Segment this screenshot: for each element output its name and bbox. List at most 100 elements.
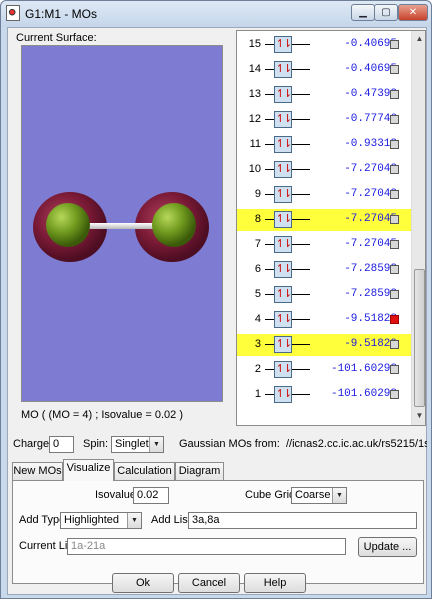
paired-electrons-icon[interactable]: ↿⇂ — [274, 36, 292, 53]
mo-select-checkbox[interactable] — [390, 40, 399, 49]
mo-select-checkbox[interactable] — [390, 165, 399, 174]
paired-electrons-icon[interactable]: ↿⇂ — [274, 186, 292, 203]
mo-select-checkbox[interactable] — [390, 190, 399, 199]
scroll-down-arrow-icon[interactable]: ▼ — [412, 408, 425, 424]
mo-number: 8 — [254, 213, 261, 225]
mo-number: 4 — [254, 313, 261, 325]
ok-button[interactable]: Ok — [112, 573, 174, 593]
help-button[interactable]: Help — [244, 573, 306, 593]
mo-number: 12 — [248, 113, 261, 125]
mo-number: 13 — [248, 88, 261, 100]
mo-caption: MO ( (MO = 4) ; Isovalue = 0.02 ) — [21, 409, 183, 421]
add-list-field[interactable]: 3a,8a — [188, 512, 417, 529]
paired-electrons-icon[interactable]: ↿⇂ — [274, 336, 292, 353]
mo-number: 6 — [254, 263, 261, 275]
mo-row[interactable]: 10 ↿⇂ -7.27043 — [237, 159, 411, 181]
mo-select-checkbox[interactable] — [390, 90, 399, 99]
mo-row[interactable]: 14 ↿⇂ -0.40695 — [237, 59, 411, 81]
mo-number: 9 — [254, 188, 261, 200]
mo-select-checkbox[interactable] — [390, 340, 399, 349]
paired-electrons-icon[interactable]: ↿⇂ — [274, 361, 292, 378]
current-list-field[interactable]: 1a-21a — [67, 538, 346, 555]
paired-electrons-icon[interactable]: ↿⇂ — [274, 161, 292, 178]
mo-row[interactable]: 13 ↿⇂ -0.47392 — [237, 84, 411, 106]
mo-energy: -9.51829 — [344, 338, 397, 350]
paired-electrons-icon[interactable]: ↿⇂ — [274, 236, 292, 253]
spin-select[interactable]: Singlet ▼ — [111, 436, 164, 453]
add-type-select[interactable]: Highlighted ▼ — [60, 512, 142, 529]
mo-row[interactable]: 4 ↿⇂ -9.51828 — [237, 309, 411, 331]
molecule-render — [33, 192, 209, 262]
mo-energy: -7.28592 — [344, 288, 397, 300]
charge-field[interactable]: 0 — [49, 436, 74, 453]
tab-calculation[interactable]: Calculation — [114, 462, 175, 480]
title-bar[interactable]: G1:M1 - MOs ▁ ▢ ✕ — [1, 1, 431, 27]
bond — [87, 223, 157, 229]
mo-select-checkbox[interactable] — [390, 215, 399, 224]
spin-label: Spin: — [83, 438, 109, 450]
maximize-button[interactable]: ▢ — [374, 4, 398, 21]
paired-electrons-icon[interactable]: ↿⇂ — [274, 386, 292, 403]
mo-select-checkbox[interactable] — [390, 115, 399, 124]
mo-energy: -0.47392 — [344, 88, 397, 100]
scroll-thumb[interactable] — [414, 269, 425, 407]
mo-row[interactable]: 9 ↿⇂ -7.27043 — [237, 184, 411, 206]
mo-energy: -0.40695 — [344, 38, 397, 50]
mo-number: 2 — [254, 363, 261, 375]
tab-visualize[interactable]: Visualize — [63, 459, 114, 481]
paired-electrons-icon[interactable]: ↿⇂ — [274, 311, 292, 328]
mo-select-checkbox[interactable] — [390, 140, 399, 149]
close-button[interactable]: ✕ — [398, 4, 428, 21]
mo-select-checkbox[interactable] — [390, 265, 399, 274]
spin-value: Singlet — [115, 438, 149, 450]
mo-row[interactable]: 8 ↿⇂ -7.27045 — [237, 209, 411, 231]
scroll-up-arrow-icon[interactable]: ▲ — [412, 31, 425, 47]
mo-row[interactable]: 11 ↿⇂ -0.93313 — [237, 134, 411, 156]
mo-row[interactable]: 12 ↿⇂ -0.77746 — [237, 109, 411, 131]
mo-row[interactable]: 6 ↿⇂ -7.28592 — [237, 259, 411, 281]
mo-select-checkbox[interactable] — [390, 240, 399, 249]
isovalue-field[interactable]: 0.02 — [133, 487, 169, 504]
molecule-viewer[interactable] — [21, 45, 223, 402]
cancel-button[interactable]: Cancel — [178, 573, 240, 593]
mo-select-checkbox[interactable] — [390, 65, 399, 74]
mo-row[interactable]: 3 ↿⇂ -9.51829 — [237, 334, 411, 356]
paired-electrons-icon[interactable]: ↿⇂ — [274, 136, 292, 153]
tab-new-mos[interactable]: New MOs — [12, 462, 63, 480]
mo-list-scrollbar[interactable]: ▲ ▼ — [411, 31, 425, 425]
charge-label: Charge: — [13, 438, 53, 450]
atom-right — [152, 203, 196, 247]
mo-select-checkbox[interactable] — [390, 315, 399, 324]
mo-number: 7 — [254, 238, 261, 250]
mo-energy: -7.27045 — [344, 213, 397, 225]
gaussian-source: Gaussian MOs from: //icnas2.cc.ic.ac.uk/… — [179, 438, 427, 450]
mo-row[interactable]: 5 ↿⇂ -7.28592 — [237, 284, 411, 306]
mo-energy: -0.40695 — [344, 63, 397, 75]
chevron-down-icon[interactable]: ▼ — [149, 437, 163, 452]
mo-row[interactable]: 7 ↿⇂ -7.27045 — [237, 234, 411, 256]
update-button[interactable]: Update ... — [358, 537, 417, 557]
visualize-panel: Isovalue: 0.02 Cube Grid: Coarse ▼ Add T… — [12, 480, 424, 584]
paired-electrons-icon[interactable]: ↿⇂ — [274, 261, 292, 278]
tab-diagram[interactable]: Diagram — [175, 462, 224, 480]
mo-energy: -7.28592 — [344, 263, 397, 275]
paired-electrons-icon[interactable]: ↿⇂ — [274, 286, 292, 303]
mo-select-checkbox[interactable] — [390, 390, 399, 399]
mo-energy: -7.27045 — [344, 238, 397, 250]
chevron-down-icon[interactable]: ▼ — [332, 488, 346, 503]
chevron-down-icon[interactable]: ▼ — [127, 513, 141, 528]
mo-select-checkbox[interactable] — [390, 365, 399, 374]
mo-energy-list[interactable]: 15 ↿⇂ -0.40695 14 ↿⇂ -0.40695 13 ↿⇂ -0.47392 12 ↿⇂… — [236, 30, 426, 426]
paired-electrons-icon[interactable]: ↿⇂ — [274, 61, 292, 78]
mo-row[interactable]: 1 ↿⇂ -101.60298 — [237, 384, 411, 406]
mo-row[interactable]: 2 ↿⇂ -101.60298 — [237, 359, 411, 381]
cube-grid-select[interactable]: Coarse ▼ — [291, 487, 347, 504]
mo-row[interactable]: 15 ↿⇂ -0.40695 — [237, 34, 411, 56]
paired-electrons-icon[interactable]: ↿⇂ — [274, 86, 292, 103]
paired-electrons-icon[interactable]: ↿⇂ — [274, 111, 292, 128]
minimize-button[interactable]: ▁ — [351, 4, 375, 21]
mo-number: 10 — [248, 163, 261, 175]
mo-select-checkbox[interactable] — [390, 290, 399, 299]
source-path: //icnas2.cc.ic.ac.uk/rs5215/1styearlal — [285, 438, 427, 450]
paired-electrons-icon[interactable]: ↿⇂ — [274, 211, 292, 228]
